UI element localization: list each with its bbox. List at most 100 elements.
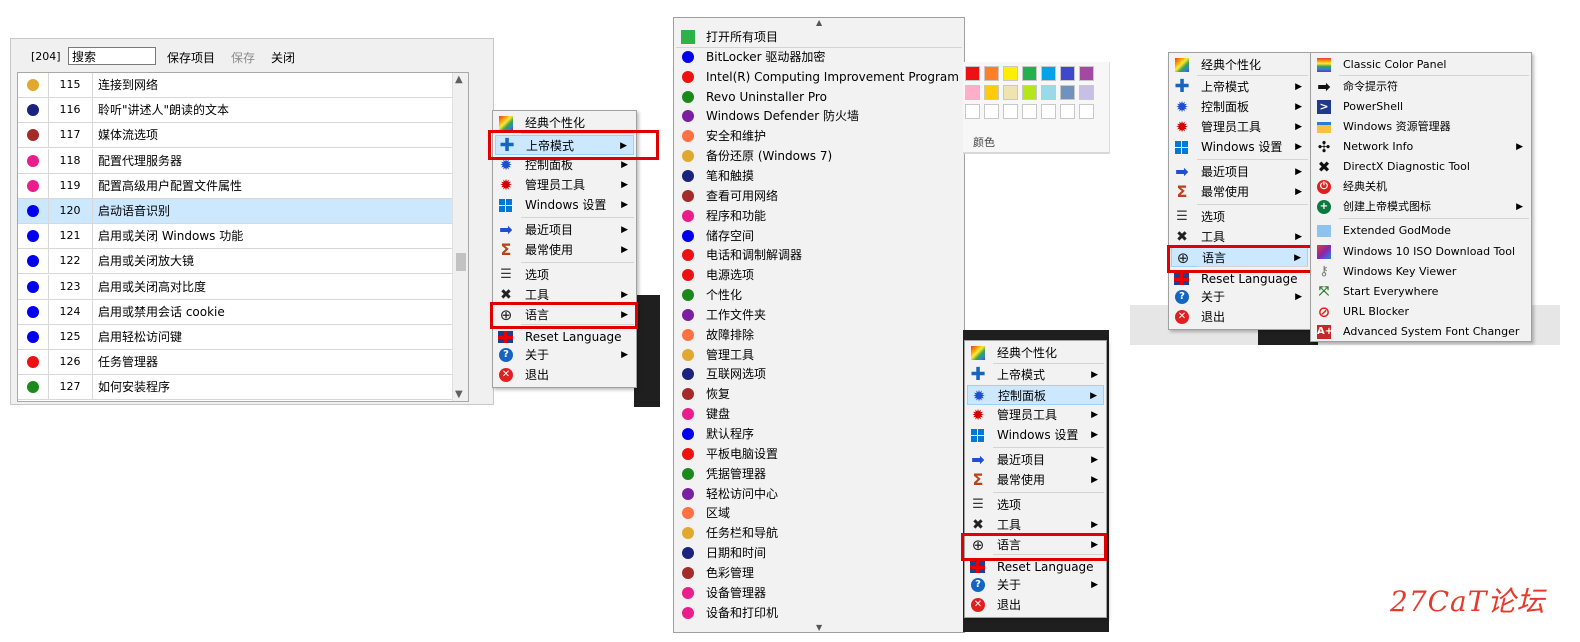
menu-item-exit[interactable]: ✕ 退出 — [495, 365, 634, 385]
scroll-down-icon[interactable]: ▼ — [455, 389, 463, 400]
menu-item[interactable]: Windows Defender 防火墙 — [674, 106, 962, 126]
tools-menu-item[interactable]: Windows 资源管理器 — [1313, 117, 1529, 137]
menu-item-windows-settings[interactable]: Windows 设置 ▶ — [1171, 137, 1308, 157]
color-swatch[interactable] — [984, 104, 999, 119]
tools-menu-item[interactable]: > PowerShell — [1313, 97, 1529, 117]
menu-item[interactable]: 查看可用网络 — [674, 186, 962, 206]
menu-item-about[interactable]: ? 关于 ▶ — [495, 345, 634, 365]
tools-menu-item[interactable]: Windows 10 ISO Download Tool — [1313, 242, 1529, 262]
menu-item[interactable]: 笔和触摸 — [674, 166, 962, 186]
menu-item[interactable]: 凭据管理器 — [674, 464, 962, 484]
menu-item[interactable]: 日期和时间 — [674, 543, 962, 563]
table-row[interactable]: 116 聆听"讲述人"朗读的文本 — [18, 98, 452, 124]
table-row[interactable]: 127 如何安装程序 — [18, 375, 452, 401]
color-swatch[interactable] — [965, 85, 980, 100]
menu-item-about[interactable]: ? 关于 ▶ — [967, 575, 1104, 595]
color-swatch[interactable] — [965, 66, 980, 81]
menu-item[interactable]: 互联网选项 — [674, 364, 962, 384]
menu-item[interactable]: 管理工具 — [674, 345, 962, 365]
menu-item[interactable]: 程序和功能 — [674, 206, 962, 226]
scroll-up-icon[interactable]: ▲ — [816, 18, 822, 27]
menu-item[interactable]: 设备管理器 — [674, 583, 962, 603]
menu-item-admin-tools[interactable]: ✹ 管理员工具 ▶ — [495, 175, 634, 195]
menu-item-classic-personalize[interactable]: 经典个性化 — [967, 343, 1104, 363]
menu-item-windows-settings[interactable]: Windows 设置 ▶ — [495, 195, 634, 215]
menu-item[interactable]: 工作文件夹 — [674, 305, 962, 325]
menu-item[interactable]: 区域 — [674, 503, 962, 523]
menu-item-open-all[interactable]: 打开所有项目 — [674, 27, 962, 47]
color-swatch[interactable] — [1060, 85, 1075, 100]
color-swatch[interactable] — [1022, 66, 1037, 81]
menu-item-options[interactable]: ☰ 选项 — [495, 265, 634, 285]
menu-item-control-panel[interactable]: ✹ 控制面板 ▶ — [967, 385, 1104, 405]
color-swatch[interactable] — [1041, 66, 1056, 81]
menu-item[interactable]: 设备和打印机 — [674, 603, 962, 623]
menu-item-options[interactable]: ☰ 选项 — [967, 495, 1104, 515]
menu-item-most-used[interactable]: Σ 最常使用 ▶ — [1171, 182, 1308, 202]
menu-item-classic-personalize[interactable]: 经典个性化 — [1171, 55, 1308, 75]
menu-item-admin-tools[interactable]: ✹ 管理员工具 ▶ — [1171, 117, 1308, 137]
color-swatch[interactable] — [1041, 104, 1056, 119]
menu-item[interactable]: 键盘 — [674, 404, 962, 424]
menu-item[interactable]: 故障排除 — [674, 325, 962, 345]
color-swatch[interactable] — [965, 104, 980, 119]
menu-item[interactable]: 平板电脑设置 — [674, 444, 962, 464]
table-row[interactable]: 122 启用或关闭放大镜 — [18, 249, 452, 275]
menu-item-about[interactable]: ? 关于 ▶ — [1171, 287, 1308, 307]
tools-menu-item[interactable]: ⊘ URL Blocker — [1313, 302, 1529, 322]
table-row[interactable]: 119 配置高级用户配置文件属性 — [18, 173, 452, 199]
color-swatch[interactable] — [984, 66, 999, 81]
scroll-up-icon[interactable]: ▲ — [455, 74, 463, 85]
tools-menu-item[interactable]: Extended GodMode — [1313, 221, 1529, 241]
color-swatch[interactable] — [1003, 66, 1018, 81]
menu-item-most-used[interactable]: Σ 最常使用 ▶ — [967, 470, 1104, 490]
tools-menu-item[interactable]: ✣ Network Info ▶ — [1313, 137, 1529, 157]
table-row[interactable]: 121 启用或关闭 Windows 功能 — [18, 224, 452, 250]
menu-item[interactable]: 备份还原 (Windows 7) — [674, 146, 962, 166]
save-project-button[interactable]: 保存项目 — [167, 49, 215, 66]
table-row[interactable]: 125 启用轻松访问键 — [18, 325, 452, 350]
table-row[interactable]: 123 启用或关闭高对比度 — [18, 274, 452, 300]
color-swatch[interactable] — [1041, 85, 1056, 100]
menu-item[interactable]: Revo Uninstaller Pro — [674, 87, 962, 107]
tools-menu-item[interactable]: ⤧ Start Everywhere — [1313, 282, 1529, 302]
menu-item-godmode[interactable]: ✚ 上帝模式 ▶ — [967, 365, 1104, 385]
menu-item[interactable]: 默认程序 — [674, 424, 962, 444]
color-swatch[interactable] — [1003, 104, 1018, 119]
menu-item-recent-items[interactable]: ➡ 最近项目 ▶ — [495, 220, 634, 240]
color-swatch[interactable] — [1022, 85, 1037, 100]
menu-item[interactable]: BitLocker 驱动器加密 — [674, 47, 962, 67]
color-swatch[interactable] — [1079, 104, 1094, 119]
color-swatch[interactable] — [1079, 66, 1094, 81]
scroll-thumb[interactable] — [456, 253, 466, 271]
menu-item[interactable]: 安全和维护 — [674, 126, 962, 146]
menu-item[interactable]: 轻松访问中心 — [674, 484, 962, 504]
color-swatch[interactable] — [1060, 104, 1075, 119]
menu-item-godmode[interactable]: ✚ 上帝模式 ▶ — [1171, 77, 1308, 97]
table-row[interactable]: 124 启用或禁用会话 cookie — [18, 299, 452, 325]
menu-item-options[interactable]: ☰ 选项 — [1171, 207, 1308, 227]
table-row[interactable]: 118 配置代理服务器 — [18, 148, 452, 174]
tools-menu-item[interactable]: ➡ 命令提示符 — [1313, 77, 1529, 97]
menu-item[interactable]: 电话和调制解调器 — [674, 245, 962, 265]
table-row[interactable]: 120 启动语音识别 — [18, 199, 452, 224]
color-swatch[interactable] — [1022, 104, 1037, 119]
save-button[interactable]: 保存 — [231, 49, 255, 66]
scroll-down-icon[interactable]: ▼ — [816, 623, 822, 632]
vertical-scrollbar[interactable]: ▲ ▼ — [452, 73, 468, 401]
tools-menu-item[interactable]: ⚷ Windows Key Viewer — [1313, 262, 1529, 282]
menu-item[interactable]: 电源选项 — [674, 265, 962, 285]
item-list[interactable]: 115 连接到网络 116 聆听"讲述人"朗读的文本 117 媒体流选项 118 配置代理服务… — [17, 72, 469, 402]
menu-item[interactable]: 恢复 — [674, 384, 962, 404]
menu-item-exit[interactable]: ✕ 退出 — [1171, 307, 1308, 327]
menu-item[interactable]: 色彩管理 — [674, 563, 962, 583]
menu-item-windows-settings[interactable]: Windows 设置 ▶ — [967, 425, 1104, 445]
tools-menu-item[interactable]: + 创建上帝模式图标 ▶ — [1313, 197, 1529, 217]
tools-menu-item[interactable]: A+ Advanced System Font Changer — [1313, 322, 1529, 342]
menu-item[interactable]: 个性化 — [674, 285, 962, 305]
menu-item-reset-language[interactable]: Reset Language — [495, 327, 634, 347]
table-row[interactable]: 126 任务管理器 — [18, 350, 452, 376]
menu-item[interactable]: 储存空间 — [674, 226, 962, 246]
color-swatch[interactable] — [1060, 66, 1075, 81]
table-row[interactable]: 115 连接到网络 — [18, 73, 452, 98]
